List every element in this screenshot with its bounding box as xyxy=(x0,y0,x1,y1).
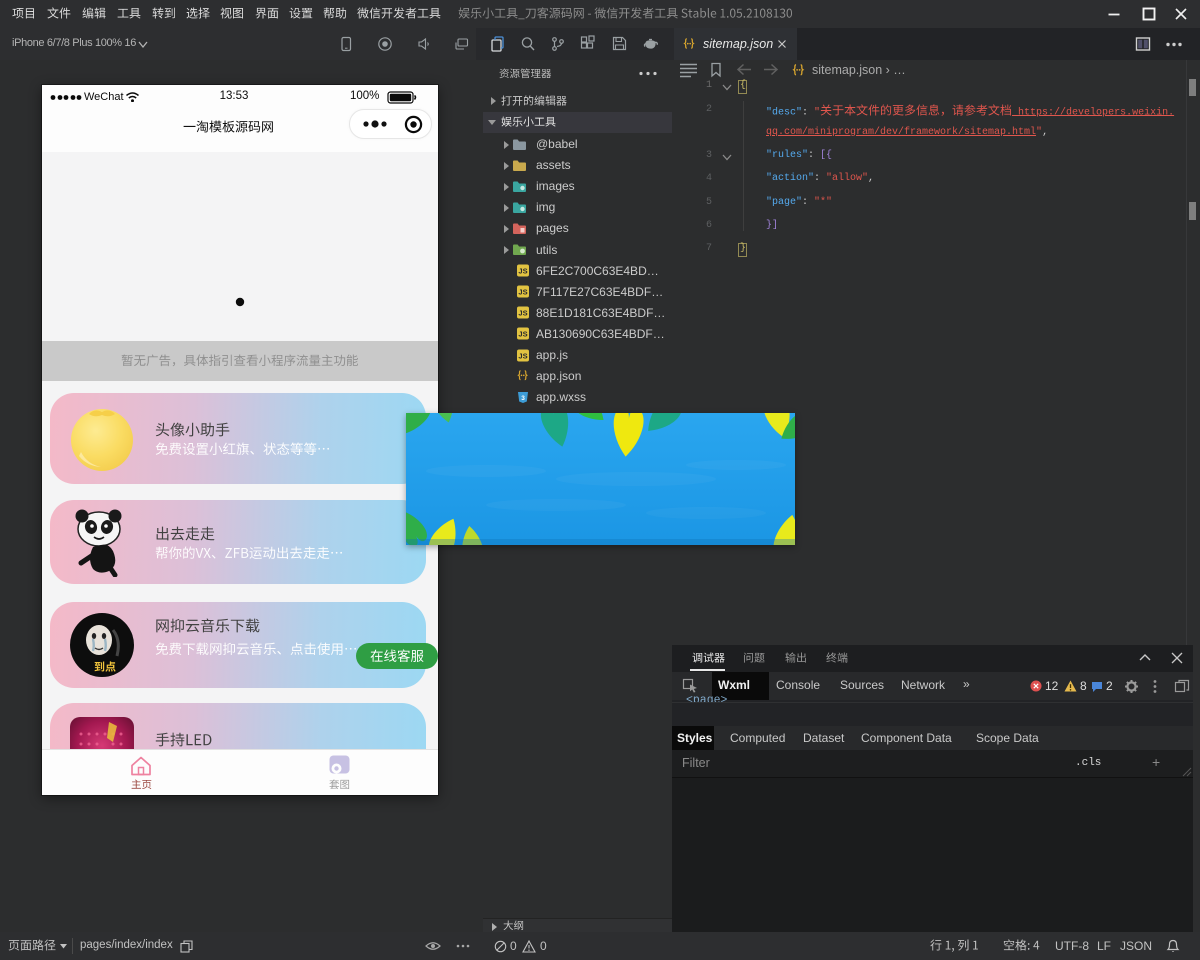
svg-text:JS: JS xyxy=(518,267,527,276)
svg-text:JS: JS xyxy=(518,309,527,318)
svg-text:JS: JS xyxy=(518,351,527,360)
svg-text:JS: JS xyxy=(518,330,527,339)
svg-text:3: 3 xyxy=(521,395,525,402)
svg-text:JS: JS xyxy=(518,288,527,297)
